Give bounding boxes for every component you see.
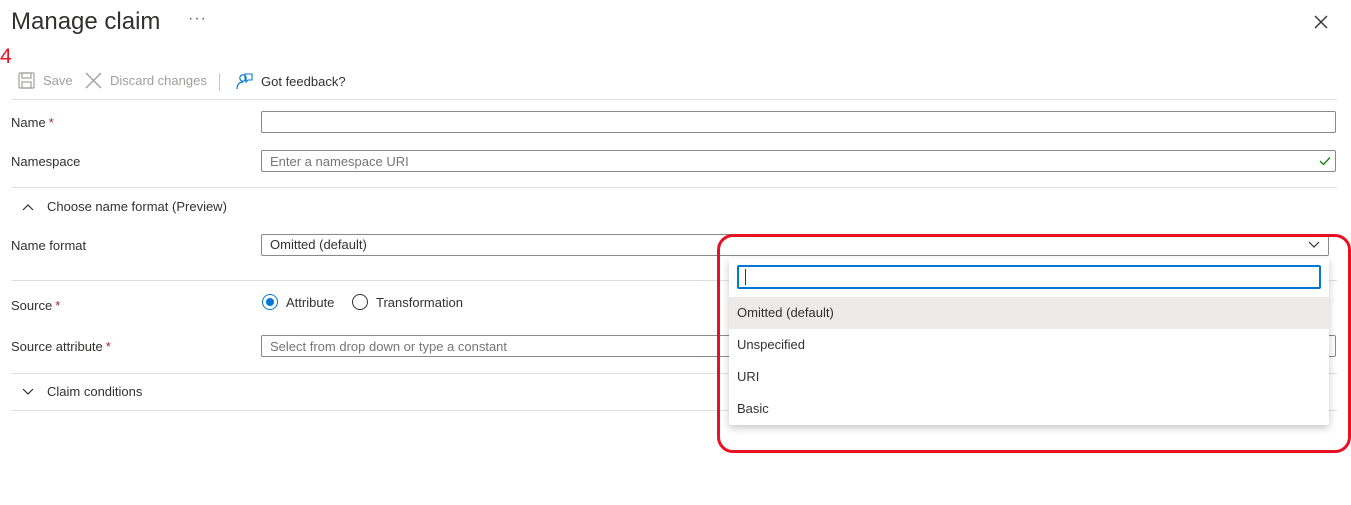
close-icon[interactable]	[1311, 12, 1331, 32]
source-attribute-label-text: Source attribute	[11, 339, 103, 354]
radio-unselected-icon	[352, 294, 368, 310]
namespace-label: Namespace	[11, 154, 81, 169]
claim-conditions-section-toggle[interactable]: Claim conditions	[22, 384, 142, 399]
namespace-input[interactable]	[261, 150, 1336, 172]
step-number: 4	[0, 45, 12, 68]
dropdown-option-omitted[interactable]: Omitted (default)	[729, 297, 1329, 329]
checkmark-icon	[1319, 157, 1331, 166]
name-format-dropdown[interactable]: Omitted (default)	[261, 234, 1329, 256]
more-options-icon[interactable]: ···	[188, 10, 207, 28]
attribute-option-label: Attribute	[286, 294, 335, 310]
source-label: Source *	[11, 298, 60, 313]
chevron-down-icon	[22, 388, 34, 395]
save-icon	[18, 72, 35, 89]
save-label: Save	[43, 73, 73, 88]
dropdown-search-input[interactable]	[737, 265, 1321, 289]
chevron-down-icon	[1308, 241, 1320, 248]
name-format-dropdown-list: Omitted (default) Unspecified URI Basic	[729, 258, 1329, 425]
name-format-section-toggle[interactable]: Choose name format (Preview)	[22, 199, 227, 214]
text-cursor	[745, 269, 746, 285]
source-label-text: Source	[11, 298, 53, 313]
name-format-selected: Omitted (default)	[270, 237, 367, 252]
chevron-up-icon	[22, 203, 34, 210]
feedback-icon	[236, 73, 253, 90]
required-marker: *	[55, 298, 61, 313]
discard-changes-label: Discard changes	[110, 73, 207, 88]
source-transformation-radio[interactable]: Transformation	[352, 294, 463, 310]
source-attribute-label: Source attribute *	[11, 339, 111, 354]
feedback-button[interactable]: Got feedback?	[235, 72, 346, 90]
dropdown-option-unspecified[interactable]: Unspecified	[729, 329, 1329, 361]
discard-changes-button[interactable]: Discard changes	[85, 72, 207, 89]
name-input[interactable]	[261, 111, 1336, 133]
dropdown-option-basic[interactable]: Basic	[729, 393, 1329, 425]
transformation-option-label: Transformation	[376, 294, 463, 310]
required-marker: *	[48, 115, 54, 130]
toolbar-divider-line	[11, 99, 1337, 100]
radio-selected-icon	[262, 294, 278, 310]
source-attribute-radio[interactable]: Attribute	[262, 294, 334, 310]
section-divider	[11, 187, 1337, 188]
toolbar-divider	[219, 73, 220, 91]
name-format-section-label: Choose name format (Preview)	[47, 199, 227, 214]
discard-icon	[85, 72, 102, 89]
page-title: Manage claim	[11, 8, 161, 35]
required-marker: *	[105, 339, 111, 354]
feedback-label: Got feedback?	[261, 73, 346, 89]
dropdown-option-uri[interactable]: URI	[729, 361, 1329, 393]
save-button[interactable]: Save	[18, 72, 73, 89]
claim-conditions-label: Claim conditions	[47, 384, 143, 399]
name-label: Name *	[11, 115, 54, 130]
name-label-text: Name	[11, 115, 46, 130]
name-format-label: Name format	[11, 238, 87, 253]
